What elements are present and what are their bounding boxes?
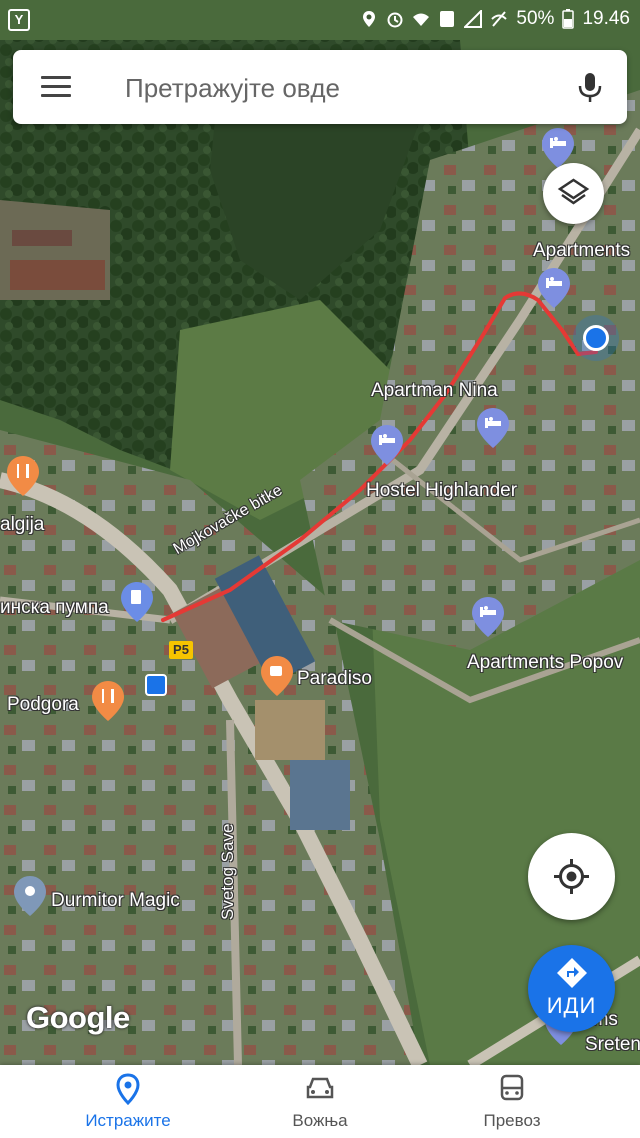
car-icon [306,1077,334,1099]
tab-explore[interactable]: Истражите [48,1065,208,1138]
search-input[interactable] [123,68,547,108]
restaurant-pin-icon[interactable] [92,681,124,726]
status-bar: Y 50% 19.46 [0,0,640,40]
tab-driving[interactable]: Вожња [240,1065,400,1138]
tab-explore-label: Истражите [85,1111,171,1130]
bottom-navigation: Истражите Вожња Превоз [0,1065,640,1138]
app-notification-icon: Y [8,9,30,31]
menu-icon[interactable] [41,76,71,98]
place-label[interactable]: Podgora [7,694,79,716]
hotel-pin-icon[interactable] [371,425,403,470]
my-location-icon [554,859,589,894]
place-label[interactable]: Hostel Highlander [366,480,517,502]
hotel-pin-icon[interactable] [538,268,570,313]
restaurant-pin-icon[interactable] [7,456,39,501]
battery-icon [562,9,575,29]
data-icon [440,11,455,27]
go-button[interactable]: ИДИ [528,945,615,1032]
directions-icon [557,958,587,988]
road-label: Svetog Save [218,823,237,920]
wifi-icon [413,13,430,26]
route-badge: P5 [169,641,193,659]
place-label[interactable]: Apartman Nina [371,380,498,402]
place-label[interactable]: Apartments [533,240,630,262]
layers-icon [557,178,590,205]
tab-driving-label: Вожња [292,1111,348,1130]
go-button-label: ИДИ [546,993,597,1018]
clock: 19.46 [582,8,630,29]
my-location-button[interactable] [528,833,615,920]
bus-icon [500,1074,524,1101]
google-logo: Google [26,1000,130,1035]
location-icon [363,11,376,27]
microphone-icon[interactable] [577,72,603,104]
hotel-pin-icon[interactable] [477,408,509,453]
search-bar[interactable] [13,50,627,124]
place-label[interactable]: Durmitor Magic [51,890,180,912]
place-label[interactable]: Apartments Popov [467,652,623,674]
place-label[interactable]: Paradiso [297,668,372,690]
signal-icon [464,10,483,28]
battery-percent: 50% [516,8,555,29]
bus-stop-icon[interactable] [145,674,167,696]
alarm-icon [387,12,403,28]
tab-transit-label: Превоз [483,1111,541,1130]
tab-transit[interactable]: Превоз [432,1065,592,1138]
place-pin-icon[interactable] [14,876,46,921]
cafe-pin-icon[interactable] [261,656,293,701]
place-label[interactable]: инска пумпа [0,597,109,619]
hotel-pin-icon[interactable] [472,597,504,642]
current-location-dot [583,325,609,351]
place-label[interactable]: algija [0,514,44,536]
layers-button[interactable] [543,163,604,224]
mute-icon [491,11,508,27]
place-label[interactable]: Sreten [585,1034,640,1056]
gas-station-pin-icon[interactable] [121,582,153,627]
location-pin-icon [116,1073,140,1105]
